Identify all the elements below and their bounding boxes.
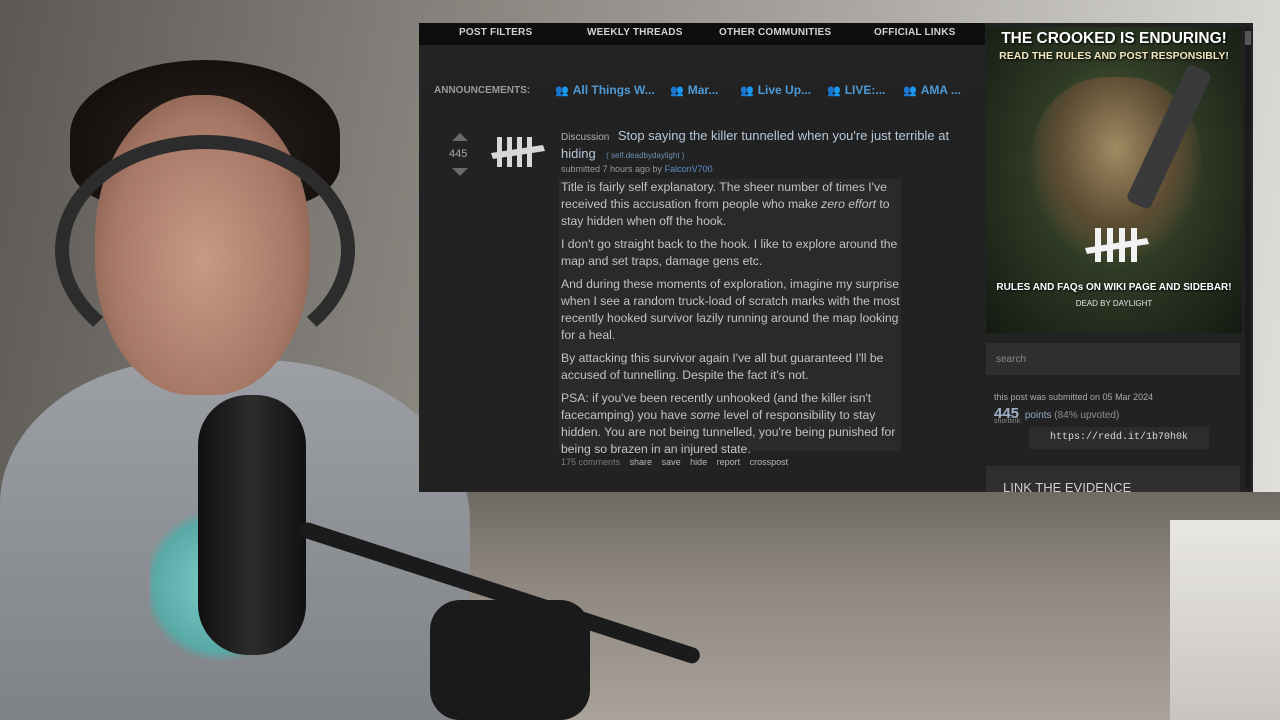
subreddit-banner: THE CROOKED IS ENDURING! READ THE RULES …	[986, 27, 1242, 333]
people-icon: 👥	[827, 85, 841, 97]
body-paragraph: I don't go straight back to the hook. I …	[561, 237, 898, 268]
post-flair[interactable]: Discussion	[561, 132, 609, 143]
crosspost-button[interactable]: crosspost	[750, 457, 789, 467]
save-button[interactable]: save	[662, 457, 681, 467]
upvote-arrow-icon[interactable]	[452, 133, 468, 141]
people-icon: 👥	[555, 85, 569, 97]
comments-link[interactable]: 175 comments	[561, 457, 620, 467]
post-title-block: Discussion Stop saying the killer tunnel…	[561, 128, 961, 164]
downvote-arrow-icon[interactable]	[452, 168, 468, 176]
link-evidence-heading: LINK THE EVIDENCE	[1003, 480, 1132, 492]
post-score: 445	[449, 148, 468, 160]
banner-rules: RULES AND FAQs ON WIKI PAGE AND SIDEBAR!	[996, 282, 1232, 293]
room-shelf	[1170, 520, 1280, 720]
body-paragraph: PSA: if you've been recently unhooked (a…	[561, 391, 896, 456]
hide-button[interactable]: hide	[690, 457, 707, 467]
nav-post-filters[interactable]: POST FILTERS	[459, 27, 532, 38]
post-body: Title is fairly self explanatory. The sh…	[559, 179, 901, 456]
body-paragraph: Title is fairly self explanatory. The sh…	[561, 180, 890, 228]
reddit-window: POST FILTERS WEEKLY THREADS OTHER COMMUN…	[419, 23, 1253, 492]
share-button[interactable]: share	[630, 457, 653, 467]
people-icon: 👥	[740, 85, 754, 97]
microphone	[198, 395, 306, 655]
announcements-label: ANNOUNCEMENTS:	[434, 85, 531, 96]
chair	[430, 600, 590, 720]
announcement-item[interactable]: 👥 All Things W...	[555, 83, 655, 97]
people-icon: 👥	[670, 85, 684, 97]
dbd-logo-thumbnail-icon[interactable]	[487, 129, 547, 173]
announcement-item[interactable]: 👥 LIVE:...	[827, 83, 885, 97]
report-button[interactable]: report	[717, 457, 741, 467]
nav-other-communities[interactable]: OTHER COMMUNITIES	[719, 27, 831, 38]
shortlink-label: shortlink:	[994, 418, 1023, 425]
submitted-date: this post was submitted on 05 Mar 2024	[994, 392, 1154, 402]
announcement-item[interactable]: 👥 Mar...	[670, 83, 718, 97]
banner-subline: READ THE RULES AND POST RESPONSIBLY!	[999, 50, 1229, 62]
scrollbar[interactable]	[1245, 27, 1251, 489]
dbd-logo-icon	[1085, 228, 1149, 262]
post-tagline: submitted 7 hours ago by FalconV700	[561, 164, 713, 174]
banner-headline: THE CROOKED IS ENDURING!	[1001, 30, 1227, 47]
body-paragraph: And during these moments of exploration,…	[561, 277, 900, 342]
announcement-item[interactable]: 👥 Live Up...	[740, 83, 811, 97]
post-domain[interactable]: ( self.deadbydaylight )	[606, 151, 684, 160]
banner-game-name: DEAD BY DAYLIGHT	[1075, 299, 1153, 308]
upvote-ratio: (84% upvoted)	[1054, 410, 1120, 421]
announcement-bar	[419, 45, 985, 83]
headphones	[55, 135, 355, 365]
body-paragraph: By attacking this survivor again I've al…	[561, 351, 884, 382]
nav-official-links[interactable]: OFFICIAL LINKS	[874, 27, 956, 38]
announcement-item[interactable]: 👥 AMA ...	[903, 83, 961, 97]
shortlink-field[interactable]: https://redd.it/1b70h0k	[1029, 427, 1209, 449]
scrollbar-thumb[interactable]	[1245, 31, 1251, 45]
top-nav: POST FILTERS WEEKLY THREADS OTHER COMMUN…	[419, 23, 985, 45]
author-link[interactable]: FalconV700	[665, 164, 713, 174]
nav-weekly-threads[interactable]: WEEKLY THREADS	[587, 27, 683, 38]
search-input[interactable]	[986, 343, 1240, 375]
people-icon: 👥	[903, 85, 917, 97]
post-buttons: 175 comments share save hide report cros…	[561, 457, 795, 467]
